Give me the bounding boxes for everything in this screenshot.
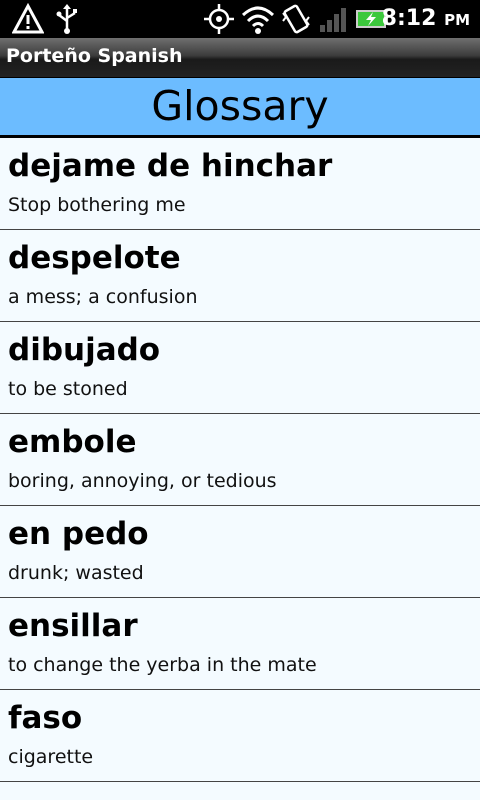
page-title: Glossary (151, 82, 329, 130)
gps-icon (203, 3, 235, 39)
app-title-bar: Porteño Spanish (0, 38, 480, 78)
clock-ampm: PM (444, 11, 470, 29)
vibrate-icon (280, 3, 312, 39)
glossary-term: en pedo (8, 516, 149, 552)
glossary-list: dejame de hinchar Stop bothering me desp… (0, 138, 480, 782)
list-item[interactable]: embole boring, annoying, or tedious (0, 414, 480, 506)
glossary-term: dejame de hinchar (8, 148, 333, 184)
list-item[interactable]: en pedo drunk; wasted (0, 506, 480, 598)
wifi-icon (241, 3, 275, 39)
status-clock: 8:12 PM (382, 5, 470, 34)
list-item[interactable]: dibujado to be stoned (0, 322, 480, 414)
glossary-definition: boring, annoying, or tedious (8, 470, 277, 492)
usb-icon[interactable] (54, 3, 80, 39)
glossary-term: despelote (8, 240, 181, 276)
list-item[interactable]: dejame de hinchar Stop bothering me (0, 138, 480, 230)
glossary-term: dibujado (8, 332, 161, 368)
warning-icon[interactable] (11, 2, 45, 39)
list-item[interactable]: faso cigarette (0, 690, 480, 782)
app-title: Porteño Spanish (6, 45, 183, 67)
glossary-definition: cigarette (8, 746, 94, 768)
glossary-term: ensillar (8, 608, 138, 644)
glossary-term: faso (8, 700, 83, 736)
glossary-definition: a mess; a confusion (8, 286, 198, 308)
glossary-header: Glossary (0, 78, 480, 138)
glossary-definition: to be stoned (8, 378, 128, 400)
glossary-term: embole (8, 424, 137, 460)
status-bar: 8:12 PM (0, 0, 480, 38)
signal-icon (318, 3, 348, 39)
glossary-definition: Stop bothering me (8, 194, 186, 216)
list-item[interactable]: ensillar to change the yerba in the mate (0, 598, 480, 690)
glossary-definition: to change the yerba in the mate (8, 654, 317, 676)
glossary-definition: drunk; wasted (8, 562, 144, 584)
list-item[interactable]: despelote a mess; a confusion (0, 230, 480, 322)
clock-time: 8:12 (381, 6, 437, 31)
